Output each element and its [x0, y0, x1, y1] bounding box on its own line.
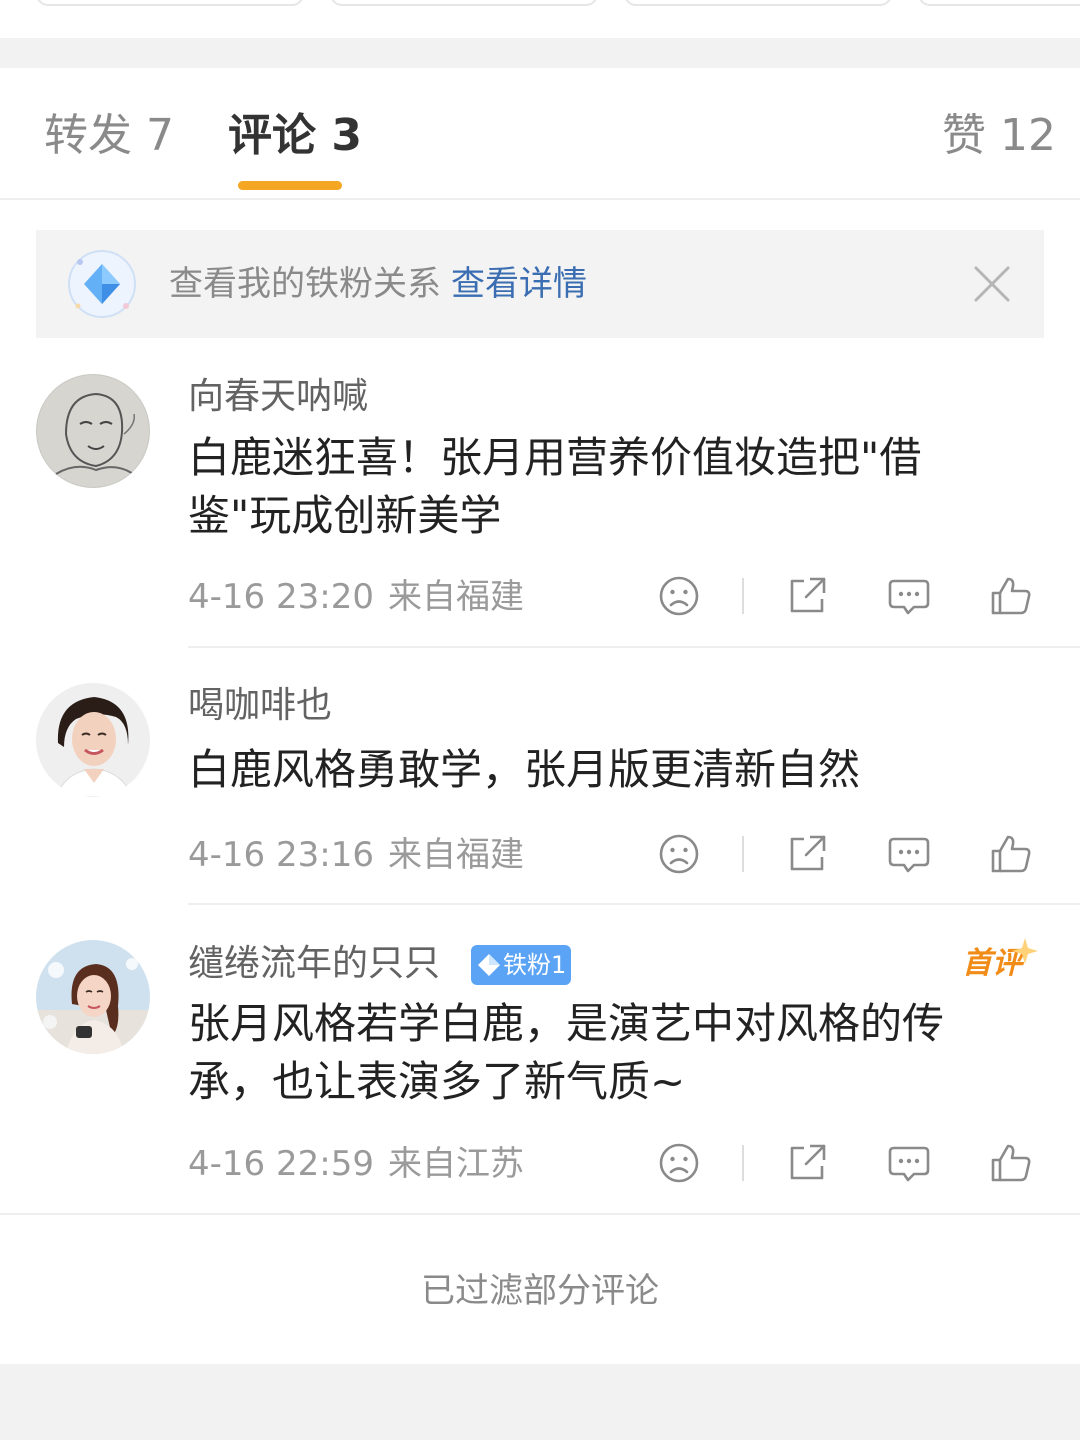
- section-gap: [0, 38, 1080, 68]
- comment-location: 来自福建: [387, 835, 524, 875]
- comment-time: 4-16 22:59: [188, 1144, 374, 1184]
- comment-meta: 4-16 23:20 来自福建: [188, 574, 524, 620]
- bottom-band: [0, 1364, 1080, 1440]
- avatar[interactable]: [36, 683, 150, 797]
- comment-location: 来自江苏: [387, 1144, 524, 1184]
- comment-meta: 4-16 23:16 来自福建: [188, 832, 524, 878]
- comment-divider: [188, 903, 1080, 905]
- comment-meta: 4-16 22:59 来自江苏: [188, 1141, 524, 1187]
- reply-bubble-icon[interactable]: [886, 1140, 932, 1186]
- comment-username[interactable]: 喝咖啡也: [188, 683, 332, 729]
- thumbs-up-icon[interactable]: [988, 573, 1034, 619]
- diamond-badge-icon: [68, 250, 136, 318]
- close-icon[interactable]: [972, 264, 1012, 304]
- comment-location: 来自福建: [387, 577, 524, 617]
- comment-time: 4-16 23:20: [188, 577, 374, 617]
- dislike-face-icon[interactable]: [656, 573, 702, 619]
- top-card[interactable]: [624, 0, 892, 6]
- share-icon[interactable]: [784, 1140, 830, 1186]
- fan-relation-banner: 查看我的铁粉关系 查看详情: [36, 230, 1044, 338]
- tab-likes[interactable]: 赞 12: [942, 108, 1056, 164]
- comment-text: 白鹿迷狂喜！张月用营养价值妆造把"借鉴"玩成创新美学: [188, 433, 922, 540]
- action-separator: [742, 578, 744, 614]
- fan-level-label: 铁粉1: [503, 951, 567, 979]
- thumbs-up-icon[interactable]: [988, 831, 1034, 877]
- fan-level-badge: 铁粉1: [471, 945, 571, 985]
- sparkle-icon: [1012, 938, 1038, 964]
- comment-text: 白鹿风格勇敢学，张月版更清新自然: [188, 745, 861, 794]
- active-tab-indicator: [238, 181, 342, 190]
- comment-divider: [188, 646, 1080, 648]
- reply-bubble-icon[interactable]: [886, 573, 932, 619]
- top-strip: [0, 0, 1080, 38]
- filtered-comments-note: 已过滤部分评论: [421, 1271, 659, 1311]
- comment-text: 张月风格若学白鹿，是演艺中对风格的传承，也让表演多了新气质~: [188, 999, 945, 1106]
- share-icon[interactable]: [784, 831, 830, 877]
- comment-username[interactable]: 向春天呐喊: [188, 374, 368, 420]
- view-details-link[interactable]: 查看详情: [451, 264, 587, 304]
- top-card[interactable]: [36, 0, 304, 6]
- dislike-face-icon[interactable]: [656, 831, 702, 877]
- dislike-face-icon[interactable]: [656, 1140, 702, 1186]
- reply-bubble-icon[interactable]: [886, 831, 932, 877]
- tab-bar: 转发 7 评论 3 赞 12: [0, 68, 1080, 200]
- top-card[interactable]: [330, 0, 598, 6]
- list-end-divider: [0, 1213, 1080, 1215]
- tab-reposts[interactable]: 转发 7: [44, 108, 174, 164]
- thumbs-up-icon[interactable]: [988, 1140, 1034, 1186]
- action-separator: [742, 836, 744, 872]
- avatar[interactable]: [36, 374, 150, 488]
- top-card[interactable]: [918, 0, 1080, 6]
- diamond-icon: [478, 954, 500, 976]
- comment-time: 4-16 23:16: [188, 835, 374, 875]
- avatar[interactable]: [36, 940, 150, 1054]
- share-icon[interactable]: [784, 573, 830, 619]
- fan-relation-text: 查看我的铁粉关系 查看详情: [169, 262, 587, 306]
- fan-relation-label: 查看我的铁粉关系: [169, 264, 441, 304]
- tab-comments[interactable]: 评论 3: [228, 108, 362, 164]
- action-separator: [742, 1145, 744, 1181]
- comment-username[interactable]: 缱绻流年的只只: [188, 941, 440, 987]
